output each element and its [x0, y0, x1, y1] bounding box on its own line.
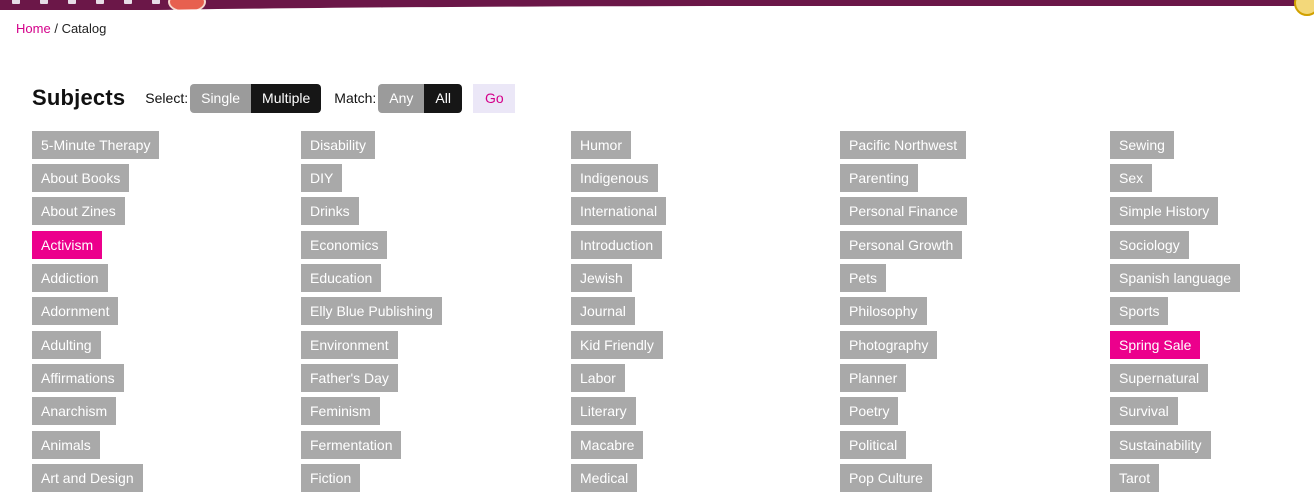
subject-tag[interactable]: International — [571, 197, 667, 225]
subject-tag[interactable]: Pacific Northwest — [840, 131, 967, 159]
subject-tag[interactable]: Elly Blue Publishing — [301, 297, 442, 325]
select-mode-toggle: Single Multiple — [190, 83, 322, 113]
match-mode-toggle: Any All — [378, 83, 462, 113]
match-all-button[interactable]: All — [424, 83, 462, 113]
subject-tag[interactable]: Kid Friendly — [571, 331, 663, 359]
subject-tag[interactable]: Sex — [1110, 164, 1153, 192]
subject-tag[interactable]: Disability — [301, 131, 376, 159]
subject-tag[interactable]: Art and Design — [32, 464, 143, 492]
subject-filter-controls: Subjects Select: Single Multiple Match: … — [32, 83, 515, 113]
subject-tag[interactable]: Animals — [32, 431, 100, 459]
subject-tag[interactable]: Parenting — [840, 164, 918, 192]
subject-tag[interactable]: Planner — [840, 364, 907, 392]
subject-tag[interactable]: Affirmations — [32, 364, 124, 392]
match-any-button[interactable]: Any — [378, 83, 425, 113]
subject-tag[interactable]: 5-Minute Therapy — [32, 131, 160, 159]
subject-tag[interactable]: Introduction — [571, 231, 663, 259]
subject-tag[interactable]: Survival — [1110, 397, 1178, 425]
select-single-button[interactable]: Single — [190, 83, 252, 113]
page-title: Subjects — [32, 85, 126, 110]
subject-tag[interactable]: Sociology — [1110, 231, 1189, 259]
subject-tag[interactable]: Labor — [571, 364, 625, 392]
subject-tag[interactable]: Anarchism — [32, 397, 117, 425]
subject-tag[interactable]: Sewing — [1110, 131, 1174, 159]
subject-tag[interactable]: Tarot — [1110, 464, 1160, 492]
subject-tag[interactable]: Personal Finance — [840, 197, 967, 225]
subject-tag[interactable]: Feminism — [301, 397, 380, 425]
header-nav-icons — [12, 0, 188, 4]
subject-tag-selected[interactable]: Activism — [32, 231, 103, 259]
subject-tag[interactable]: Macabre — [571, 431, 644, 459]
subject-tag[interactable]: DIY — [301, 164, 343, 192]
subject-tag[interactable]: Humor — [571, 131, 632, 159]
breadcrumb-current: Catalog — [61, 21, 107, 36]
subject-tag[interactable]: Environment — [301, 331, 398, 359]
subject-tag[interactable]: Spanish language — [1110, 264, 1241, 292]
breadcrumb: Home / Catalog — [16, 21, 106, 36]
breadcrumb-separator: / — [54, 21, 58, 36]
subject-tag[interactable]: Pop Culture — [840, 464, 932, 492]
select-mode-label: Select: — [145, 90, 189, 106]
subject-tag[interactable]: Fiction — [301, 464, 361, 492]
subject-tag[interactable]: Indigenous — [571, 164, 658, 192]
subject-tag[interactable]: Drinks — [301, 197, 359, 225]
subject-tag[interactable]: Economics — [301, 231, 388, 259]
breadcrumb-home-link[interactable]: Home — [16, 21, 51, 36]
subject-tag[interactable]: Jewish — [571, 264, 632, 292]
subject-tag[interactable]: Simple History — [1110, 197, 1219, 225]
match-mode-label: Match: — [334, 90, 377, 106]
subject-tag[interactable]: Literary — [571, 397, 636, 425]
subject-tag[interactable]: Father's Day — [301, 364, 398, 392]
go-button[interactable]: Go — [472, 83, 515, 113]
subject-tag[interactable]: Medical — [571, 464, 638, 492]
subject-tag[interactable]: About Books — [32, 164, 130, 192]
subject-tag[interactable]: About Zines — [32, 197, 125, 225]
subject-tag[interactable]: Philosophy — [840, 297, 927, 325]
subject-tag[interactable]: Journal — [571, 297, 635, 325]
site-header-band — [0, 0, 1314, 16]
subject-tag[interactable]: Adornment — [32, 297, 119, 325]
subject-tag[interactable]: Poetry — [840, 397, 899, 425]
subject-tag[interactable]: Adulting — [32, 331, 101, 359]
subject-tag[interactable]: Sports — [1110, 297, 1169, 325]
subject-tag[interactable]: Photography — [840, 331, 938, 359]
select-multiple-button[interactable]: Multiple — [251, 83, 322, 113]
subject-tag[interactable]: Education — [301, 264, 382, 292]
subject-tag[interactable]: Supernatural — [1110, 364, 1209, 392]
subject-tag[interactable]: Personal Growth — [840, 231, 963, 259]
subject-tag[interactable]: Pets — [840, 264, 887, 292]
subject-tag[interactable]: Political — [840, 431, 907, 459]
subject-tag[interactable]: Addiction — [32, 264, 108, 292]
subject-tag[interactable]: Fermentation — [301, 431, 402, 459]
subject-tag[interactable]: Sustainability — [1110, 431, 1211, 459]
subject-tag-selected[interactable]: Spring Sale — [1110, 331, 1201, 359]
